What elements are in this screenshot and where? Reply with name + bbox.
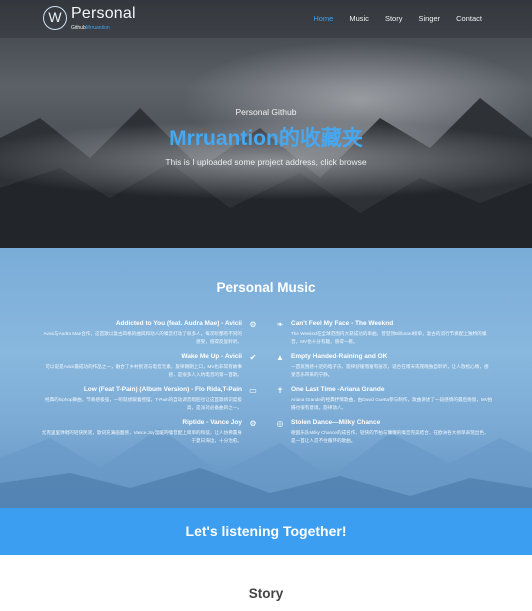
music-section: Personal Music ⚙ Addicted to You (feat. … — [0, 248, 532, 508]
nav-home[interactable]: Home — [313, 14, 333, 23]
logo-icon[interactable]: W — [43, 6, 67, 30]
logo-subtitle: GithubMrruantion — [71, 25, 110, 31]
music-item-title[interactable]: Empty Handed-Raining and OK — [291, 353, 493, 360]
gear-icon: ⚙ — [249, 419, 257, 428]
music-item-text: 尤克里里弹唱的轻快民谣，歌词充满画面感，Vance Joy温暖的嗓音配上简单的和… — [41, 430, 242, 443]
story-title: Story — [248, 586, 284, 601]
music-item-title[interactable]: Riptide - Vance Joy — [40, 419, 242, 426]
music-item-title[interactable]: One Last Time -Ariana Grande — [291, 386, 493, 393]
hero-section: W Personal GithubMrruantion Home Music S… — [0, 0, 532, 248]
music-item-text: 经典的hiphop舞曲，节奏感极强，一听就想跟着摇摆，T-Pain的自动调音唱腔… — [44, 397, 242, 410]
dribbble-icon: ◎ — [276, 419, 284, 428]
leaf-icon: ❧ — [276, 320, 284, 329]
music-item-text: The Weeknd在全球范围内大获成功的单曲，曾登顶Billboard榜单，复… — [291, 331, 487, 344]
chart-icon: ▲ — [276, 353, 284, 362]
hero-subtitle: Personal Github — [235, 107, 297, 117]
music-item[interactable]: ⚙ Addicted to You (feat. Audra Mae) - Av… — [40, 320, 257, 345]
monitor-icon: ▭ — [249, 386, 257, 395]
music-item-title[interactable]: Low (Feat T-Pain) (Album Version) - Flo … — [40, 386, 242, 393]
check-icon: ✔ — [249, 353, 257, 362]
music-item[interactable]: ⚙ Riptide - Vance Joy 尤克里里弹唱的轻快民谣，歌词充满画面… — [40, 419, 257, 444]
music-item-title[interactable]: Wake Me Up - Avicii — [40, 353, 242, 360]
pin-icon: ✝ — [276, 386, 284, 395]
nav-music[interactable]: Music — [349, 14, 369, 23]
nav-story[interactable]: Story — [385, 14, 403, 23]
music-item[interactable]: ▲ Empty Handed-Raining and OK 一首氛围感十足的电子… — [276, 353, 493, 378]
music-list-right: ❧ Can't Feel My Face - The Weeknd The We… — [276, 320, 493, 452]
music-item-text: Avicii与Audra Mae合作，这首歌以复古风格的曲风和动人的嗓音打动了很… — [43, 331, 243, 344]
music-item[interactable]: ✝ One Last Time -Ariana Grande Ariana Gr… — [277, 386, 493, 411]
music-item-text: Ariana Grande的经典抒情歌曲，由David Guetta参与制作，歌… — [291, 397, 493, 410]
music-list-left: ⚙ Addicted to You (feat. Audra Mae) - Av… — [40, 320, 257, 452]
hero-description: This is I uploaded some project address,… — [165, 157, 367, 167]
logo-sub-name: Mrruantion — [85, 25, 110, 31]
hero-title: Mrruantion的收藏夹 — [169, 127, 363, 150]
nav-singer[interactable]: Singer — [418, 14, 440, 23]
nav-contact[interactable]: Contact — [456, 14, 482, 23]
logo-sub-github: Github — [71, 25, 86, 31]
music-item[interactable]: ◎ Stolen Dance—Milky Chance 德国乐队Milky Ch… — [277, 419, 493, 444]
music-item-text: 可以说是Avicii最成功的作品之一，融合了乡村民谣与电音元素，旋律朗朗上口，M… — [45, 364, 242, 377]
music-item-title[interactable]: Stolen Dance—Milky Chance — [291, 419, 493, 426]
music-item[interactable]: ▭ Low (Feat T-Pain) (Album Version) - Fl… — [40, 386, 257, 411]
music-item-title[interactable]: Addicted to You (feat. Audra Mae) - Avic… — [40, 320, 242, 327]
music-title: Personal Music — [216, 280, 316, 295]
music-item-text: 德国乐队Milky Chance的成名作，轻快的节拍与慵懒的嗓音完美结合，在欧洲… — [291, 430, 489, 443]
music-item[interactable]: ❧ Can't Feel My Face - The Weeknd The We… — [277, 320, 493, 345]
gear-icon: ⚙ — [249, 320, 257, 329]
logo-title[interactable]: Personal — [71, 5, 136, 23]
music-item-text: 一首氛围感十足的电子乐，旋律舒缓而富有层次，适合在雨天或夜晚独自聆听，让人放松心… — [291, 364, 489, 377]
banner-text: Let's listening Together! — [185, 523, 347, 539]
music-item[interactable]: ✔ Wake Me Up - Avicii 可以说是Avicii最成功的作品之一… — [40, 353, 256, 378]
listening-banner: Let's listening Together! — [0, 508, 532, 555]
top-navbar: W Personal GithubMrruantion Home Music S… — [0, 0, 532, 38]
nav-menu: Home Music Story Singer Contact — [313, 14, 482, 23]
music-item-title[interactable]: Can't Feel My Face - The Weeknd — [291, 320, 493, 327]
